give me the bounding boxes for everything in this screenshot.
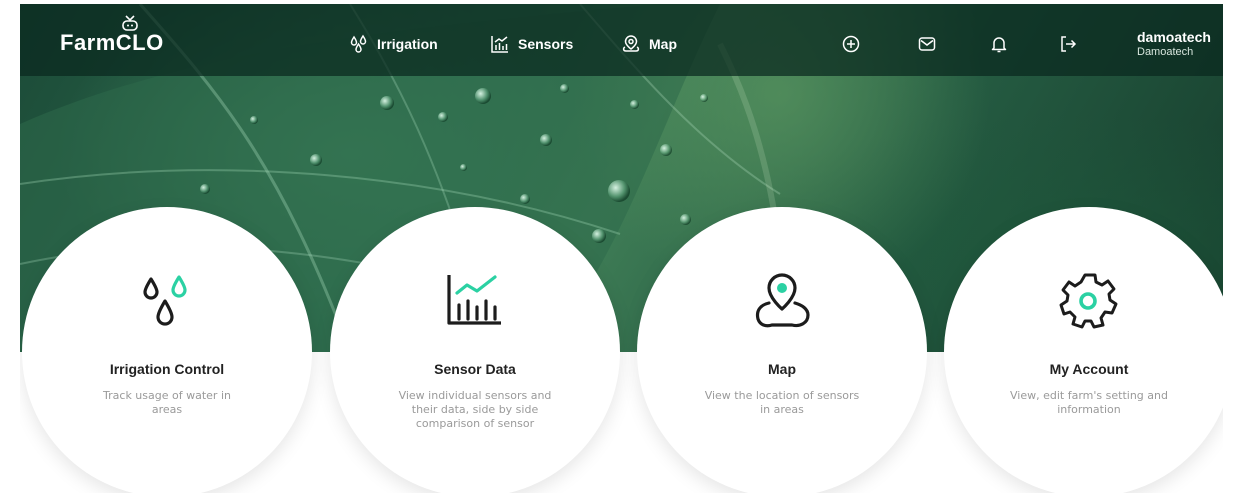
user-account[interactable]: damoatech Damoatech (1137, 29, 1211, 58)
user-name: damoatech (1137, 29, 1211, 45)
map-pin-icon (755, 273, 810, 328)
brand-logo[interactable]: FarmCLO (60, 30, 164, 56)
card-my-account[interactable]: My Account View, edit farm's setting and… (944, 207, 1223, 493)
droplets-icon (143, 275, 187, 326)
card-title: Irrigation Control (109, 361, 225, 377)
card-title: My Account (1049, 361, 1129, 377)
mail-icon[interactable] (918, 35, 936, 53)
nav-sensors[interactable]: Sensors (490, 34, 573, 54)
bell-icon[interactable] (990, 35, 1008, 53)
card-title: Map (768, 361, 796, 377)
card-title: Sensor Data (434, 361, 516, 377)
nav-irrigation[interactable]: Irrigation (349, 34, 438, 54)
bar-chart-icon (447, 275, 501, 325)
map-pin-icon (622, 35, 640, 52)
card-sensor-data[interactable]: Sensor Data View individual sensors and … (330, 207, 620, 493)
app-frame: FarmCLO Irrigation Sensors Map damoatech… (20, 4, 1223, 493)
nav-map[interactable]: Map (621, 34, 677, 54)
user-organization: Damoatech (1137, 46, 1194, 58)
top-navigation-bar: FarmCLO Irrigation Sensors Map damoatech… (20, 4, 1223, 76)
card-description: View the location of sensors in areas (704, 389, 860, 416)
chart-icon (491, 36, 508, 53)
card-description: View, edit farm's setting and informatio… (1010, 389, 1168, 416)
droplets-icon (350, 34, 367, 53)
logout-icon[interactable] (1059, 35, 1077, 53)
nav-map-label: Map (649, 36, 677, 52)
card-map[interactable]: Map View the location of sensors in area… (637, 207, 927, 493)
nav-irrigation-label: Irrigation (377, 36, 438, 52)
nav-sensors-label: Sensors (518, 36, 574, 52)
logo-face-icon (122, 15, 138, 31)
gear-icon (1059, 273, 1118, 329)
card-irrigation-control[interactable]: Irrigation Control Track usage of water … (22, 207, 312, 493)
card-description: Track usage of water in areas (103, 389, 231, 416)
plus-circle-icon[interactable] (842, 35, 860, 53)
card-description: View individual sensors and their data, … (398, 389, 552, 430)
